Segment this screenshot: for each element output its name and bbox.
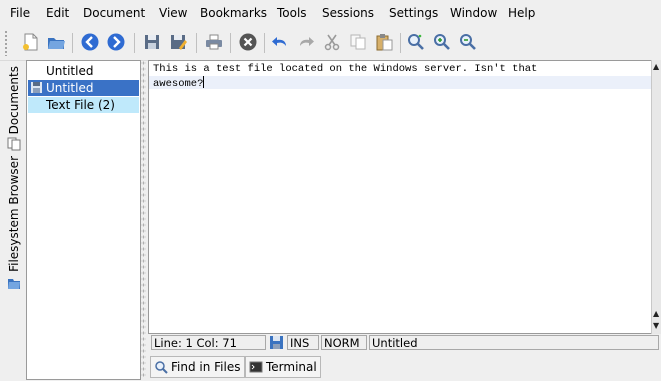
document-item-label: Untitled	[46, 64, 94, 78]
editor-line-text: awesome?	[153, 78, 204, 90]
cut-icon[interactable]	[320, 30, 344, 54]
documents-icon	[7, 137, 21, 154]
menu-edit[interactable]: Edit	[46, 6, 69, 20]
document-item-label: Untitled	[46, 81, 94, 95]
tab-terminal[interactable]: Terminal	[245, 356, 321, 378]
menu-settings[interactable]: Settings	[389, 6, 438, 20]
toolbar-separator	[400, 33, 401, 53]
document-name: Untitled	[369, 335, 659, 350]
terminal-icon	[249, 361, 263, 373]
editor-line: This is a test file located on the Windo…	[153, 63, 538, 75]
toolbar-separator	[134, 33, 135, 53]
menu-tools[interactable]: Tools	[277, 6, 307, 20]
zoom-in-icon[interactable]	[430, 30, 454, 54]
back-icon[interactable]	[78, 30, 102, 54]
document-item-selected[interactable]: Untitled	[28, 80, 139, 96]
print-icon[interactable]	[202, 30, 226, 54]
toolbar-grip[interactable]	[4, 30, 8, 56]
close-icon[interactable]	[236, 30, 260, 54]
tab-find-in-files-label: Find in Files	[171, 360, 241, 374]
menu-file[interactable]: File	[10, 6, 30, 20]
toolbar-separator	[230, 33, 231, 53]
scroll-down-arrow-icon[interactable]: ▼	[653, 322, 659, 330]
menu-view[interactable]: View	[159, 6, 187, 20]
tab-find-in-files[interactable]: Find in Files	[150, 356, 245, 378]
menu-window[interactable]: Window	[450, 6, 497, 20]
tab-filesystem-browser-label: Filesystem Browser	[7, 156, 21, 272]
toolbar-separator	[196, 33, 197, 53]
status-bar: Line: 1 Col: 71 INS NORM Untitled	[148, 334, 661, 352]
new-document-icon[interactable]	[18, 30, 42, 54]
save-as-icon[interactable]	[166, 30, 190, 54]
find-icon	[155, 361, 168, 374]
tab-documents[interactable]: Documents	[3, 66, 25, 156]
undo-icon[interactable]	[268, 30, 292, 54]
text-cursor	[203, 76, 205, 88]
text-editor[interactable]: This is a test file located on the Windo…	[148, 60, 653, 334]
document-list: Untitled Untitled Text File (2)	[26, 60, 141, 380]
open-folder-icon[interactable]	[44, 30, 68, 54]
current-line-highlight	[149, 76, 652, 89]
side-tab-strip: Documents Filesystem Browser	[3, 60, 25, 380]
insert-mode[interactable]: INS	[287, 335, 319, 350]
document-item[interactable]: Untitled	[28, 63, 139, 79]
zoom-out-icon[interactable]	[456, 30, 480, 54]
scroll-up-arrow-icon[interactable]: ▲	[653, 310, 659, 318]
redo-icon[interactable]	[294, 30, 318, 54]
save-icon[interactable]	[140, 30, 164, 54]
menubar: File Edit Document View Bookmarks Tools …	[0, 0, 661, 26]
vertical-scrollbar[interactable]: ▲ ▲ ▼	[651, 60, 661, 334]
menu-document[interactable]: Document	[83, 6, 145, 20]
copy-icon[interactable]	[346, 30, 370, 54]
scroll-up-arrow-icon[interactable]: ▲	[653, 63, 659, 71]
cursor-position: Line: 1 Col: 71	[151, 335, 266, 350]
tab-documents-label: Documents	[7, 66, 21, 135]
panel-splitter[interactable]	[141, 60, 146, 378]
tab-terminal-label: Terminal	[266, 360, 317, 374]
modified-save-icon	[269, 335, 284, 353]
forward-icon[interactable]	[104, 30, 128, 54]
document-item[interactable]: Text File (2)	[28, 97, 139, 113]
paste-icon[interactable]	[372, 30, 396, 54]
toolbar-separator	[264, 33, 265, 53]
tool-tabs: Find in Files Terminal	[148, 355, 661, 379]
tab-filesystem-browser[interactable]: Filesystem Browser	[3, 156, 25, 290]
save-icon	[30, 81, 43, 98]
menu-sessions[interactable]: Sessions	[322, 6, 374, 20]
menu-help[interactable]: Help	[508, 6, 535, 20]
folder-icon	[7, 276, 21, 293]
editor-line-with-cursor: awesome?	[153, 76, 205, 91]
document-item-label: Text File (2)	[46, 98, 115, 112]
selection-mode[interactable]: NORM	[321, 335, 367, 350]
menu-bookmarks[interactable]: Bookmarks	[200, 6, 267, 20]
toolbar-separator	[72, 33, 73, 53]
find-icon[interactable]	[404, 30, 428, 54]
